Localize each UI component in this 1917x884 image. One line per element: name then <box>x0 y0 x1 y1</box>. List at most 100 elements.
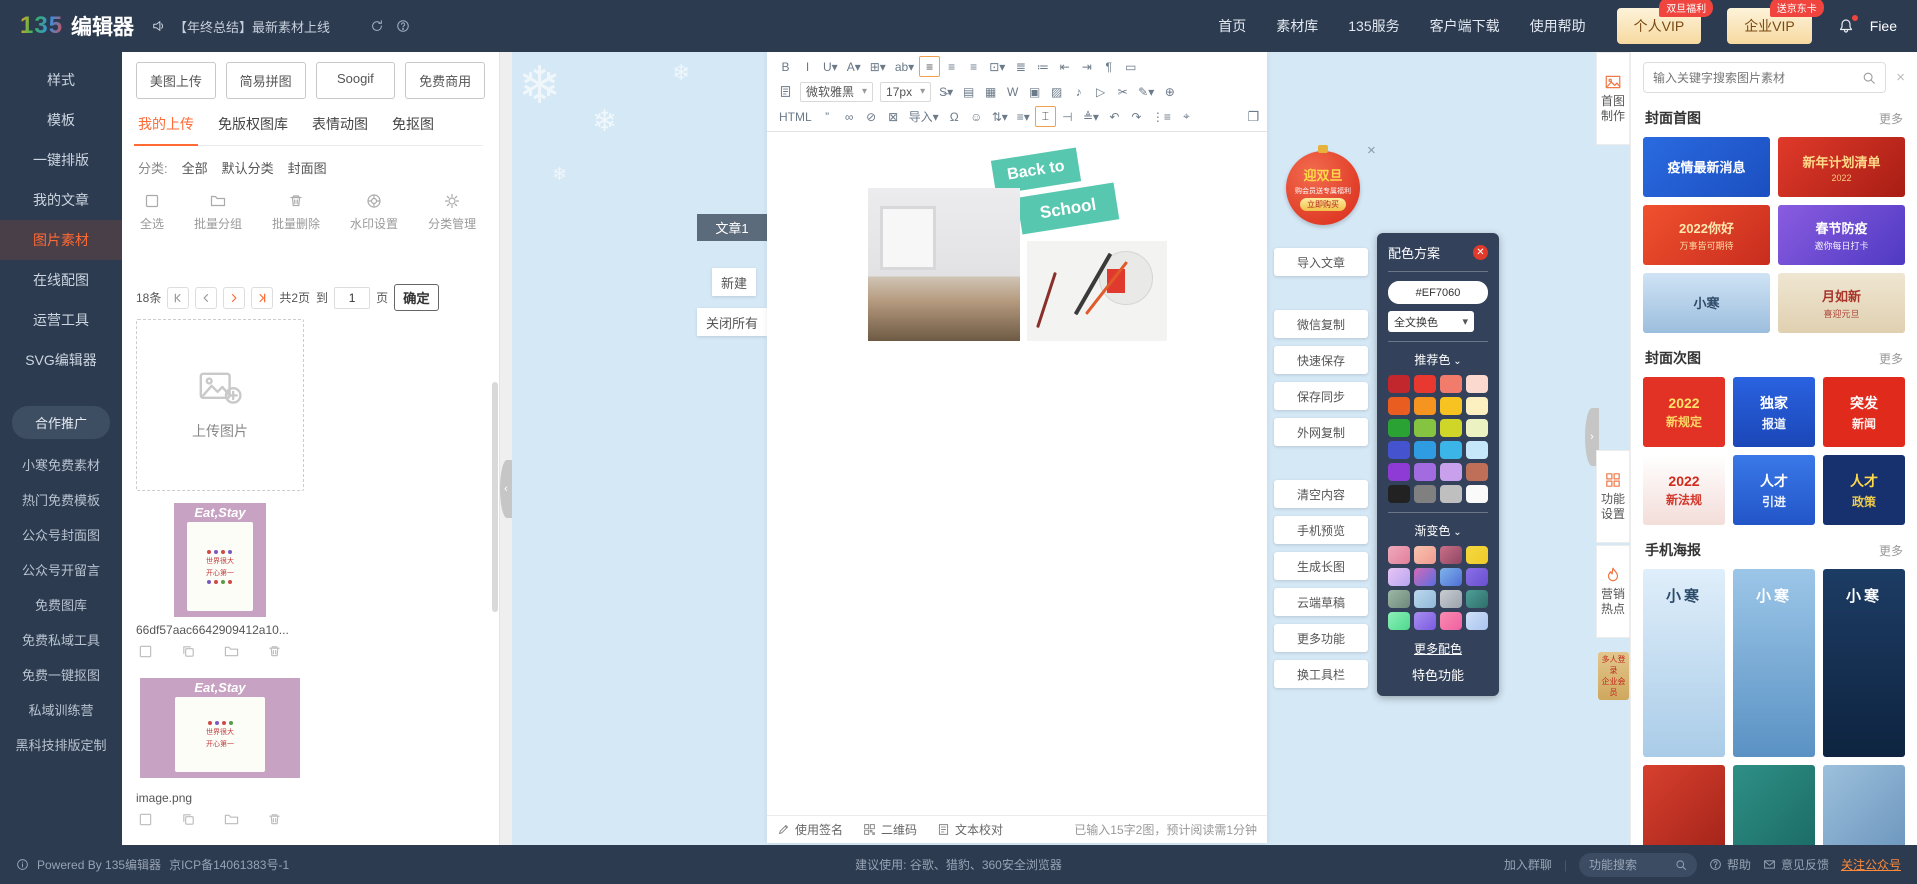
color-swatch[interactable] <box>1388 375 1410 393</box>
quick-menu-item[interactable]: 换工具栏 <box>1274 660 1368 688</box>
toolbar-button[interactable]: ⇥ <box>1076 56 1097 77</box>
font-size-select[interactable]: 17px <box>880 81 932 102</box>
app-logo[interactable]: 135 编辑器 <box>20 11 134 41</box>
promo-cta[interactable]: 立即购买 <box>1300 198 1346 211</box>
category-default[interactable]: 默认分类 <box>222 158 274 177</box>
panel-tab[interactable]: 免版权图库 <box>218 114 288 134</box>
gradient-swatch[interactable] <box>1388 590 1410 608</box>
toolbar-button[interactable]: ab▾ <box>891 56 918 77</box>
color-swatch[interactable] <box>1414 375 1436 393</box>
panel-tab[interactable]: 我的上传 <box>134 114 198 146</box>
font-family-select[interactable]: 微软雅黑 <box>800 81 874 102</box>
sidebar-item[interactable]: 在线配图 <box>0 260 122 300</box>
color-swatch[interactable] <box>1440 397 1462 415</box>
image-thumbnail[interactable]: Eat,Stay 世界很大 开心第一 <box>136 503 304 617</box>
topnav-link[interactable]: 素材库 <box>1276 16 1318 36</box>
special-features-label[interactable]: 特色功能 <box>1388 665 1488 684</box>
quick-menu-item[interactable]: 保存同步 <box>1274 382 1368 410</box>
cover-thumbnail[interactable]: 疫情最新消息 <box>1643 137 1770 197</box>
sidebar-item[interactable]: 模板 <box>0 100 122 140</box>
color-swatch[interactable] <box>1440 441 1462 459</box>
quick-menu-item[interactable]: 微信复制 <box>1274 310 1368 338</box>
sidebar-promo-item[interactable]: 公众号封面图 <box>0 517 122 552</box>
panel-tab[interactable]: 免抠图 <box>392 114 434 134</box>
folder-icon[interactable] <box>224 812 239 827</box>
search-icon[interactable] <box>1862 71 1876 85</box>
toolbar-button[interactable]: ⌶ <box>1034 106 1056 127</box>
last-page-button[interactable] <box>251 286 274 309</box>
toolbar-button[interactable]: ⇅▾ <box>988 106 1012 127</box>
more-posters-link[interactable]: 更多 <box>1879 542 1903 559</box>
hex-color-input[interactable] <box>1388 281 1488 304</box>
cover-thumbnail[interactable]: 独家 报道 <box>1733 377 1815 447</box>
trash-icon[interactable] <box>267 644 282 659</box>
document-tab[interactable]: 文章1 <box>697 214 767 241</box>
recolor-mode-select[interactable]: 全文换色 <box>1388 311 1474 332</box>
gradient-swatch[interactable] <box>1414 612 1436 630</box>
sidebar-promo-item[interactable]: 合作推广 <box>12 406 110 439</box>
color-swatch[interactable] <box>1414 485 1436 503</box>
poster-thumbnail[interactable] <box>1823 765 1905 845</box>
ribbon-school[interactable]: School <box>1016 182 1120 235</box>
first-page-button[interactable] <box>167 286 190 309</box>
sidebar-promo-item[interactable]: 免费一键抠图 <box>0 657 122 692</box>
toolbar-button[interactable]: ≡▾ <box>1013 106 1034 127</box>
toolbar-button[interactable]: ≔ <box>1032 56 1053 77</box>
toolbar-button[interactable]: ⊠ <box>883 106 904 127</box>
gradient-colors-label[interactable]: 渐变色 <box>1388 522 1488 539</box>
vip-button[interactable]: 企业VIP 送京东卡 <box>1727 0 1824 44</box>
quick-menu-item[interactable]: 清空内容 <box>1274 480 1368 508</box>
category-cover[interactable]: 封面图 <box>288 158 327 177</box>
new-doc-icon[interactable] <box>775 81 796 102</box>
cover-thumbnail[interactable]: 月如新 喜迎元旦 <box>1778 273 1905 333</box>
toolbar-button[interactable]: ▤ <box>958 81 979 102</box>
toolbar-button[interactable]: ¶ <box>1098 56 1119 77</box>
color-swatch[interactable] <box>1466 397 1488 415</box>
toolbar-button[interactable]: ▦ <box>980 81 1001 102</box>
quick-menu-item[interactable]: 外网复制 <box>1274 418 1368 446</box>
action-button[interactable]: 美图上传 <box>136 62 216 99</box>
poster-thumbnail[interactable]: 小寒 <box>1643 569 1725 757</box>
topnav-link[interactable]: 首页 <box>1218 16 1246 36</box>
batch-action[interactable]: 分类管理 <box>428 193 476 232</box>
cover-thumbnail[interactable]: 2022你好 万事皆可期待 <box>1643 205 1770 265</box>
toolbar-button[interactable]: B <box>775 56 796 77</box>
toolbar-button[interactable]: Ω <box>944 106 965 127</box>
toolbar-button[interactable]: ⌖ <box>1176 106 1197 127</box>
use-signature-button[interactable]: 使用签名 <box>777 821 843 838</box>
select-checkbox[interactable] <box>138 644 153 659</box>
sidebar-promo-item[interactable]: 私域训练营 <box>0 692 122 727</box>
refresh-icon[interactable] <box>370 19 384 33</box>
follow-official-link[interactable]: 关注公众号 <box>1841 856 1901 873</box>
quick-menu-item[interactable]: 更多功能 <box>1274 624 1368 652</box>
gradient-swatch[interactable] <box>1388 568 1410 586</box>
topnav-link[interactable]: 使用帮助 <box>1530 16 1586 36</box>
sidebar-promo-item[interactable]: 公众号开留言 <box>0 552 122 587</box>
color-swatch[interactable] <box>1466 485 1488 503</box>
poster-thumbnail[interactable] <box>1733 765 1815 845</box>
color-swatch[interactable] <box>1466 419 1488 437</box>
vip-button[interactable]: 个人VIP 双旦福利 <box>1616 0 1714 44</box>
cover-search-input[interactable] <box>1653 70 1857 85</box>
more-secondary-link[interactable]: 更多 <box>1879 350 1903 367</box>
quick-menu-item[interactable]: 手机预览 <box>1274 516 1368 544</box>
gradient-swatch[interactable] <box>1440 546 1462 564</box>
sidebar-promo-item[interactable]: 热门免费模板 <box>0 482 122 517</box>
folder-icon[interactable] <box>224 644 239 659</box>
gradient-swatch[interactable] <box>1466 546 1488 564</box>
cover-thumbnail[interactable]: 人才 引进 <box>1733 455 1815 525</box>
sidebar-promo-item[interactable]: 免费私域工具 <box>0 622 122 657</box>
toolbar-button[interactable]: HTML <box>775 106 816 127</box>
feedback-link[interactable]: 意见反馈 <box>1763 856 1829 873</box>
cover-search-box[interactable] <box>1643 62 1887 93</box>
toolbar-button[interactable]: ☺ <box>966 106 987 127</box>
copy-icon[interactable] <box>181 644 196 659</box>
content-photo-classroom[interactable] <box>868 188 1020 341</box>
toolbar-button[interactable]: ▣ <box>1024 81 1045 102</box>
toolbar-button[interactable]: ▨ <box>1046 81 1067 102</box>
fullscreen-icon[interactable]: ❐ <box>1247 109 1259 125</box>
sidebar-item[interactable]: 运营工具 <box>0 300 122 340</box>
gradient-swatch[interactable] <box>1414 590 1436 608</box>
gradient-swatch[interactable] <box>1414 546 1436 564</box>
toolbar-button[interactable]: ⋮≡ <box>1148 106 1175 127</box>
